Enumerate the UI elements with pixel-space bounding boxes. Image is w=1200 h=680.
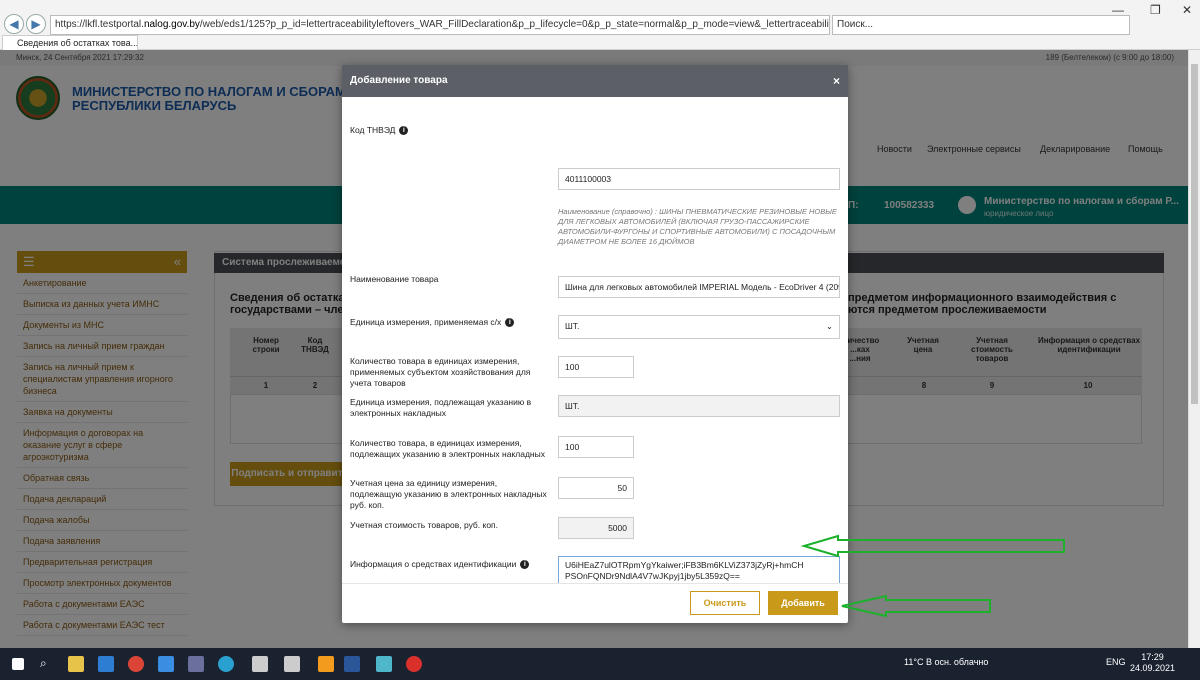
clear-button[interactable]: Очистить [690,591,760,615]
scrollbar-thumb[interactable] [1191,64,1198,404]
app-icon[interactable] [406,656,422,672]
back-button[interactable]: ◀ [4,14,24,34]
add-product-modal: Добавление товара × Код ТНВЭД i 401110000… [342,65,848,623]
browser-tab[interactable]: Сведения об остатках това... [2,35,138,50]
app-icon[interactable] [218,656,234,672]
modal-title: Добавление товара [342,65,848,97]
address-bar[interactable]: https://lkfl.testportal.nalog.gov.by/web… [50,15,830,35]
ident-label: Информация о средствах идентификации i [350,559,530,570]
cost-input: 5000 [558,517,634,539]
price-label: Учетная цена за единицу измерения, подле… [350,478,547,510]
name-label: Наименование товара [350,274,439,284]
unit-label: Единица измерения, применяемая с/х i [350,317,515,328]
outlook-icon[interactable] [158,656,174,672]
browser-search-input[interactable]: Поиск... [832,15,1130,35]
app-icon[interactable] [252,656,268,672]
unit-select[interactable]: ШТ. ⌄ [558,315,840,339]
unit-waybill-label: Единица измерения, подлежащая указанию в… [350,397,532,418]
save-app-icon[interactable] [188,656,204,672]
word-icon[interactable] [344,656,360,672]
app-icon[interactable] [376,656,392,672]
info-icon[interactable]: i [399,126,409,136]
app-icon[interactable] [284,656,300,672]
clock[interactable]: 17:29 24.09.2021 [1130,652,1175,674]
taskbar [0,648,1200,680]
search-icon[interactable]: ⌕ [40,656,56,672]
chrome-icon[interactable] [128,656,144,672]
info-icon[interactable]: i [520,560,530,570]
restore-icon[interactable]: ❐ [1150,3,1161,17]
tnved-label: Код ТНВЭД i [350,125,409,136]
qty-waybill-input[interactable]: 100 [558,436,634,458]
app-icon[interactable] [318,656,334,672]
close-window-icon[interactable]: ✕ [1182,3,1192,17]
modal-body: Код ТНВЭД i 4011100003 Наименование (спра… [342,97,848,583]
qty-input[interactable]: 100 [558,356,634,378]
windows-start-icon[interactable] [12,658,24,670]
explorer-icon[interactable] [68,656,84,672]
ie-icon[interactable] [98,656,114,672]
close-icon[interactable]: × [833,65,840,97]
qty-waybill-label: Количество товара, в единицах измерения,… [350,438,545,459]
language-indicator[interactable]: ENG [1106,657,1126,667]
product-name-input[interactable]: Шина для легковых автомобилей IMPERIAL М… [558,276,840,298]
price-input[interactable]: 50 [558,477,634,499]
ident-textarea[interactable]: U6iHEaZ7ulOTRpmYgYkaiwer;iFB3Bm6KLViZ373… [558,556,840,583]
info-icon[interactable]: i [505,318,515,328]
add-button[interactable]: Добавить [768,591,838,615]
tnved-input[interactable]: 4011100003 [558,168,840,190]
reference-note: Наименование (справочно) : ШИНЫ ПНЕВМАТИ… [558,207,837,246]
unit-waybill-input: ШТ. [558,395,840,417]
forward-button[interactable]: ▶ [26,14,46,34]
cost-label: Учетная стоимость товаров, руб. коп. [350,520,499,530]
weather-widget[interactable]: 11°C В осн. облачно [904,657,988,667]
chevron-down-icon: ⌄ [825,321,833,331]
qty-label: Количество товара в единицах измерения, … [350,356,531,388]
page-scrollbar[interactable] [1188,50,1200,648]
minimize-icon[interactable]: — [1112,3,1124,17]
